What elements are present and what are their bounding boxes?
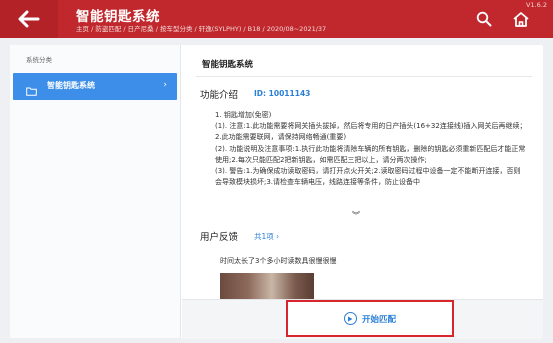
description-line: (1). 注意:1.此功能需要将网关插头拔掉，然后将专用的日产插头(16+32连… [215,122,527,142]
home-icon [513,11,529,27]
function-description: 1. 钥匙增加(免密) (1). 注意:1.此功能需要将网关插头拔掉，然后将专用… [215,110,527,208]
sidebar-item-label: 智能钥匙系统 [47,81,95,90]
divider [196,76,532,77]
feedback-comment: 时间太长了3个多小时读数具很慢很慢 [220,257,337,265]
description-line: 1. 钥匙增加(免密) [215,111,272,119]
feedback-count-link[interactable]: 共1项 › [254,231,279,242]
system-title: 智能钥匙系统 [202,60,254,70]
folder-icon [26,81,37,100]
search-button[interactable] [474,9,494,29]
home-button[interactable] [511,9,531,29]
page-title: 智能钥匙系统 [76,9,160,25]
user-feedback-label: 用户反馈 [200,232,239,243]
function-id: ID: 10011143 [254,89,311,98]
back-button[interactable] [0,0,58,38]
main-panel: 智能钥匙系统 功能介绍 ID: 10011143 1. 钥匙增加(免密) (1)… [182,45,543,339]
content-panel: 系统分类 智能钥匙系统 › 智能钥匙系统 功能介绍 ID: 10011143 1… [10,45,543,339]
sidebar-item-smart-key-system[interactable]: 智能钥匙系统 › [13,73,177,100]
header-bar: 智能钥匙系统 主页 / 防盗匹配 / 日产尼桑 / 按车型分类 / 轩逸(SYL… [0,0,553,38]
version-label: V1.6.2 [526,1,547,9]
sidebar: 系统分类 智能钥匙系统 › [10,45,181,338]
sidebar-heading: 系统分类 [26,56,52,64]
feedback-photo[interactable] [220,273,314,299]
arrow-left-icon [18,10,40,28]
play-icon [343,312,357,325]
description-line: (2). 功能说明及注意事项:1.执行此功能将清除车辆的所有钥匙，删除的钥匙必须… [215,144,526,164]
search-icon [476,11,492,27]
start-match-label: 开始匹配 [361,314,396,325]
start-match-button[interactable]: 开始匹配 [286,300,454,337]
breadcrumb[interactable]: 主页 / 防盗匹配 / 日产尼桑 / 按车型分类 / 轩逸(SYLPHY) / … [76,23,326,33]
expand-chevron-icon[interactable]: ︾ [352,210,360,221]
description-line: (3). 警告:1.为确保成功读取密码，请打开点火开关;2.读取密码过程中设备一… [215,167,521,187]
function-intro-label: 功能介绍 [200,90,239,101]
bottom-action-bar: 开始匹配 [182,299,543,339]
chevron-right-icon: › [163,80,167,90]
